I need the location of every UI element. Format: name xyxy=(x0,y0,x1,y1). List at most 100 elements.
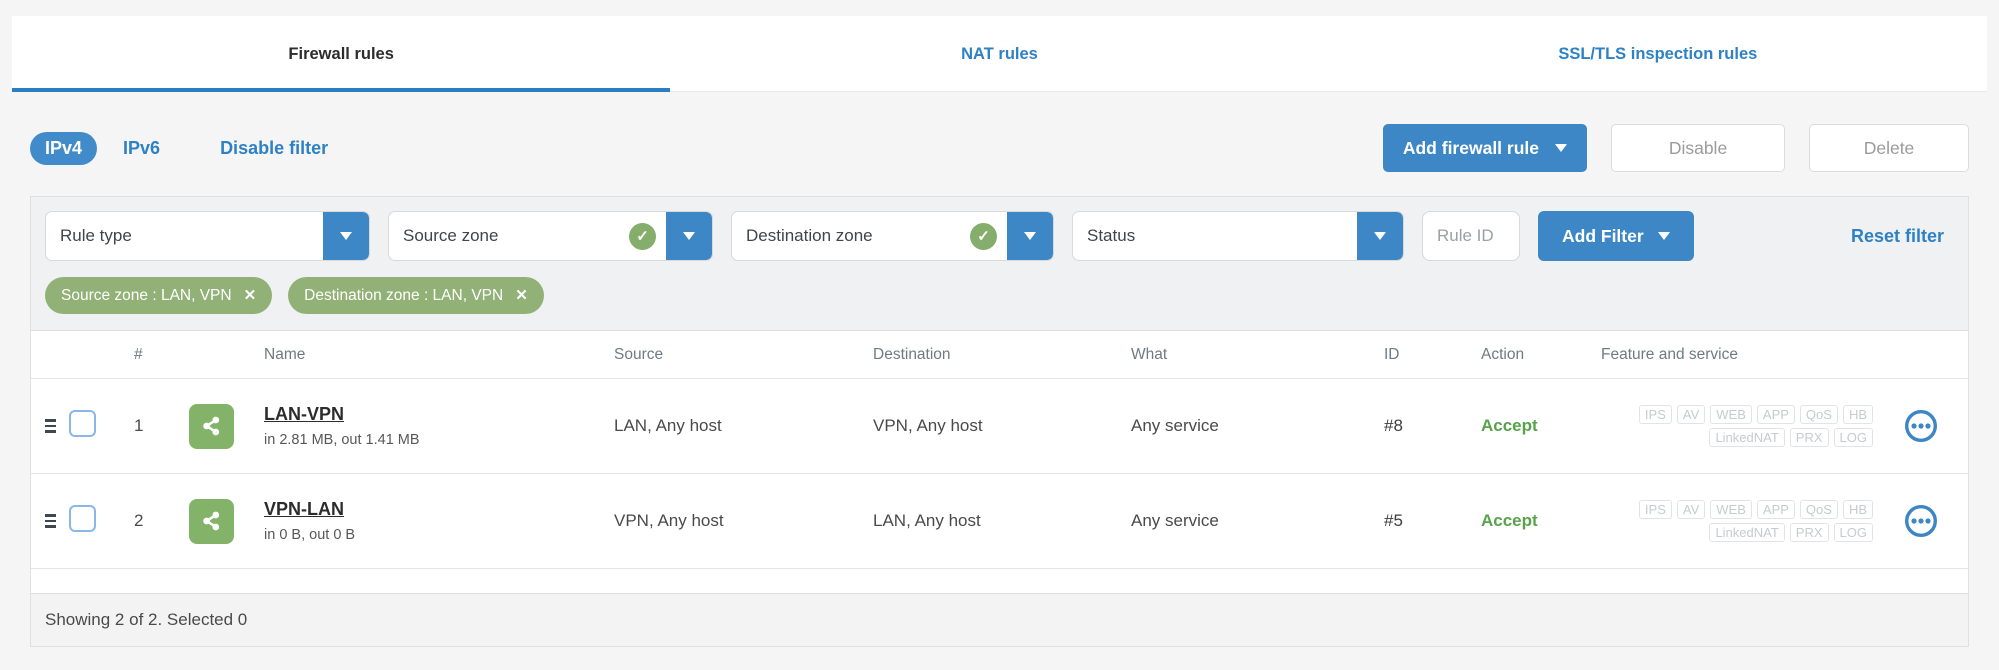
add-filter-label: Add Filter xyxy=(1562,225,1644,246)
rule-traffic-stats: in 2.81 MB, out 1.41 MB xyxy=(264,432,420,448)
feature-badge-app: APP xyxy=(1756,500,1795,519)
chevron-down-glyph xyxy=(1024,232,1036,240)
feature-badge-log: LOG xyxy=(1833,523,1873,542)
header-feature-service: Feature and service xyxy=(1601,345,1738,363)
feature-badge-web: WEB xyxy=(1710,500,1752,519)
drag-handle-icon[interactable] xyxy=(45,419,61,433)
close-icon[interactable]: ✕ xyxy=(244,288,257,303)
destination-zone-filter-chip[interactable]: Destination zone : LAN, VPN ✕ xyxy=(288,277,544,314)
feature-badge-app: APP xyxy=(1756,405,1795,424)
cell-source: LAN, Any host xyxy=(614,416,722,435)
feature-badge-web: WEB xyxy=(1710,405,1752,424)
feature-badge-av: AV xyxy=(1676,500,1706,519)
header-destination: Destination xyxy=(873,345,951,363)
tab-ssl-tls-inspection-rules[interactable]: SSL/TLS inspection rules xyxy=(1328,16,1988,92)
feature-badge-ips: IPS xyxy=(1638,500,1672,519)
share-rule-icon[interactable] xyxy=(189,403,234,449)
add-firewall-rule-button[interactable]: Add firewall rule xyxy=(1382,124,1587,172)
source-zone-filter-chip[interactable]: Source zone : LAN, VPN ✕ xyxy=(45,277,273,314)
feature-badges: IPS AV WEB APP QoS HB LinkedNAT PRX LOG xyxy=(1556,500,1873,542)
chevron-down-icon xyxy=(1555,144,1567,152)
feature-badge-linkednat: LinkedNAT xyxy=(1709,523,1785,542)
cell-source: VPN, Any host xyxy=(614,511,724,530)
cell-what: Any service xyxy=(1131,416,1219,435)
header-id: ID xyxy=(1384,345,1400,363)
chip-label: Source zone : LAN, VPN xyxy=(61,286,232,304)
rule-id-input[interactable] xyxy=(1422,211,1520,261)
drag-handle-icon[interactable] xyxy=(45,514,61,528)
tab-bar: Firewall rules NAT rules SSL/TLS inspect… xyxy=(12,16,1988,92)
row-checkbox[interactable] xyxy=(69,410,96,437)
row-menu-ellipsis-icon[interactable] xyxy=(1873,408,1968,444)
filter-applied-check-icon: ✓ xyxy=(970,222,997,250)
rule-type-dropdown[interactable]: Rule type xyxy=(45,211,370,261)
table-row: 2 VPN-LAN in 0 B, out 0 B VPN, Any host … xyxy=(31,474,1968,569)
chevron-down-glyph xyxy=(1374,232,1386,240)
chevron-down-icon[interactable] xyxy=(666,212,712,260)
table-spacer xyxy=(31,569,1968,593)
feature-badge-qos: QoS xyxy=(1799,500,1838,519)
cell-action: Accept xyxy=(1481,416,1538,435)
table-footer-status: Showing 2 of 2. Selected 0 xyxy=(31,593,1968,646)
chevron-down-icon[interactable] xyxy=(323,212,369,260)
row-menu-ellipsis-icon[interactable] xyxy=(1873,503,1968,539)
feature-badge-ips: IPS xyxy=(1638,405,1672,424)
table-row: 1 LAN-VPN in 2.81 MB, out 1.41 MB LAN, A… xyxy=(31,379,1968,474)
row-number: 2 xyxy=(134,511,144,530)
row-checkbox[interactable] xyxy=(69,505,96,532)
feature-badge-prx: PRX xyxy=(1789,428,1829,447)
feature-badge-hb: HB xyxy=(1842,500,1873,519)
chip-label: Destination zone : LAN, VPN xyxy=(304,286,504,304)
firewall-rules-panel: Rule type Source zone ✓ Destination zone… xyxy=(30,196,1969,647)
source-zone-dropdown[interactable]: Source zone ✓ xyxy=(388,211,713,261)
rule-name-link[interactable]: VPN-LAN xyxy=(264,499,566,520)
feature-badge-log: LOG xyxy=(1833,428,1873,447)
header-source: Source xyxy=(614,345,664,363)
feature-badge-av: AV xyxy=(1676,405,1706,424)
destination-zone-label: Destination zone xyxy=(746,226,873,245)
chevron-down-icon[interactable] xyxy=(1357,212,1403,260)
header-action: Action xyxy=(1481,345,1525,363)
cell-rule-id: #5 xyxy=(1384,511,1403,530)
header-name: Name xyxy=(264,345,306,363)
header-num: # xyxy=(134,345,143,363)
rule-type-label: Rule type xyxy=(60,226,132,245)
close-icon[interactable]: ✕ xyxy=(515,288,528,303)
cell-what: Any service xyxy=(1131,511,1219,530)
ipv4-toggle[interactable]: IPv4 xyxy=(30,131,98,165)
feature-badge-qos: QoS xyxy=(1799,405,1838,424)
disable-filter-link[interactable]: Disable filter xyxy=(220,138,328,159)
feature-badge-linkednat: LinkedNAT xyxy=(1709,428,1785,447)
header-what: What xyxy=(1131,345,1168,363)
chevron-down-glyph xyxy=(340,232,352,240)
chevron-down-icon xyxy=(1657,232,1670,240)
filter-bar: Rule type Source zone ✓ Destination zone… xyxy=(31,197,1968,261)
reset-filter-link[interactable]: Reset filter xyxy=(1851,226,1954,247)
add-firewall-rule-label: Add firewall rule xyxy=(1402,137,1539,158)
rule-name-link[interactable]: LAN-VPN xyxy=(264,404,566,425)
toolbar: IPv4 IPv6 Disable filter Add firewall ru… xyxy=(0,92,1999,196)
delete-button[interactable]: Delete xyxy=(1809,124,1969,172)
status-dropdown[interactable]: Status xyxy=(1072,211,1404,261)
cell-destination: LAN, Any host xyxy=(873,511,981,530)
disable-button[interactable]: Disable xyxy=(1611,124,1785,172)
feature-badge-prx: PRX xyxy=(1789,523,1829,542)
destination-zone-dropdown[interactable]: Destination zone ✓ xyxy=(731,211,1054,261)
feature-badge-hb: HB xyxy=(1842,405,1873,424)
filter-applied-check-icon: ✓ xyxy=(629,222,656,250)
rules-table: # Name Source Destination What ID Action… xyxy=(31,330,1968,593)
chevron-down-glyph xyxy=(683,232,695,240)
rule-traffic-stats: in 0 B, out 0 B xyxy=(264,527,356,543)
cell-rule-id: #8 xyxy=(1384,416,1403,435)
chevron-down-icon[interactable] xyxy=(1007,212,1053,260)
toolbar-actions: Add firewall rule Disable Delete xyxy=(1382,124,1969,172)
add-filter-button[interactable]: Add Filter xyxy=(1538,211,1694,261)
row-number: 1 xyxy=(134,416,144,435)
table-header-row: # Name Source Destination What ID Action… xyxy=(31,331,1968,379)
ipv6-toggle[interactable]: IPv6 xyxy=(123,138,160,159)
tab-firewall-rules[interactable]: Firewall rules xyxy=(12,16,671,92)
tab-nat-rules[interactable]: NAT rules xyxy=(670,16,1329,92)
status-label: Status xyxy=(1087,226,1136,245)
feature-badges: IPS AV WEB APP QoS HB LinkedNAT PRX LOG xyxy=(1556,405,1873,447)
share-rule-icon[interactable] xyxy=(189,498,234,544)
